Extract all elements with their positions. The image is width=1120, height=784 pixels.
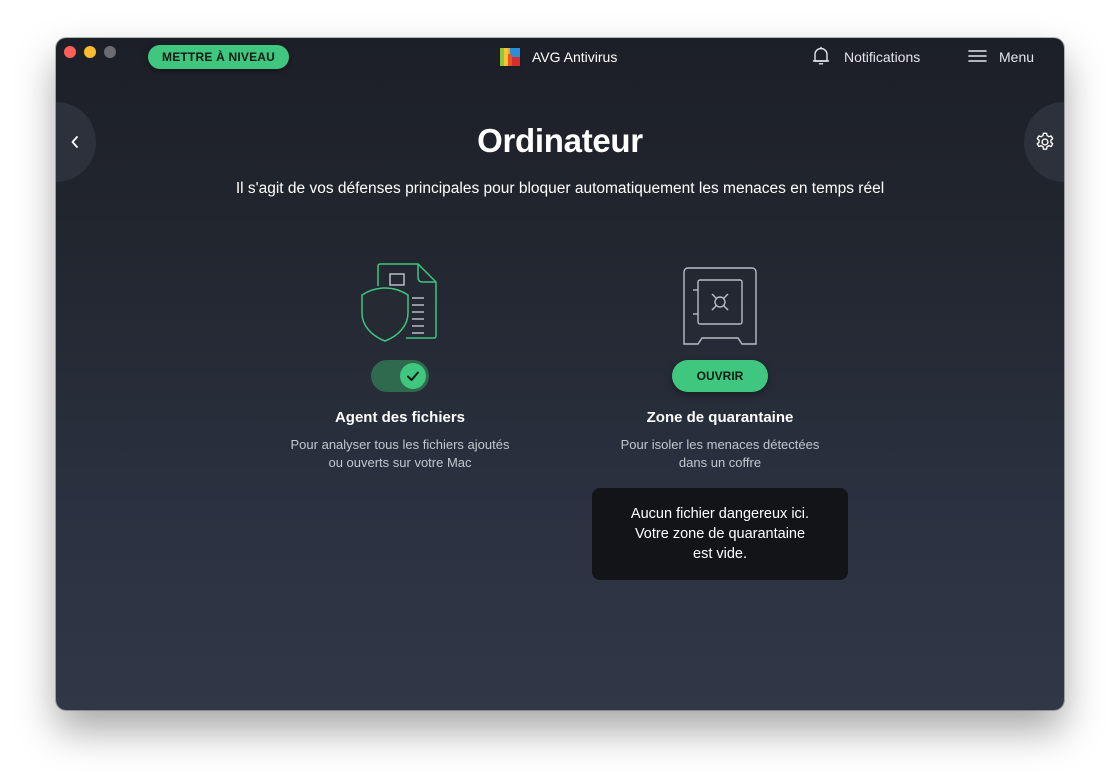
quarantine-card: OUVRIR Zone de quarantaine Pour isoler l… <box>580 248 860 472</box>
card-description-line: Pour isoler les menaces détectées <box>620 437 820 452</box>
title-bar: METTRE À NIVEAU AVG Antivirus Notificati… <box>56 38 1064 78</box>
shield-document-icon <box>260 248 540 348</box>
safe-vault-icon <box>580 248 860 348</box>
open-quarantine-button[interactable]: OUVRIR <box>672 360 768 392</box>
card-description-line: dans un coffre <box>678 455 762 470</box>
card-description: Pour isoler les menaces détectées dans u… <box>580 436 860 472</box>
file-shield-toggle[interactable] <box>371 360 429 392</box>
notifications-label: Notifications <box>844 49 921 65</box>
card-title: Zone de quarantaine <box>646 409 794 426</box>
toggle-knob <box>400 363 426 389</box>
app-name: AVG Antivirus <box>532 49 618 65</box>
tooltip-line: est vide. <box>693 546 747 562</box>
avg-logo-icon <box>498 46 522 68</box>
file-shield-card: Agent des fichiers Pour analyser tous le… <box>260 248 540 472</box>
menu-button[interactable]: Menu <box>968 46 1034 68</box>
window-close-button[interactable] <box>64 46 76 58</box>
card-description: Pour analyser tous les fichiers ajoutés … <box>260 436 540 472</box>
app-brand: AVG Antivirus <box>498 45 617 69</box>
bell-icon <box>812 46 830 69</box>
page-subtitle: Il s'agit de vos défenses principales po… <box>235 180 885 197</box>
window-minimize-button[interactable] <box>84 46 96 58</box>
tooltip-line: Aucun fichier dangereux ici. <box>630 506 810 522</box>
card-description-line: ou ouverts sur votre Mac <box>328 455 472 470</box>
notifications-button[interactable]: Notifications <box>812 46 920 68</box>
app-window: METTRE À NIVEAU AVG Antivirus Notificati… <box>56 38 1064 710</box>
hamburger-icon <box>968 49 987 66</box>
checkmark-icon <box>407 371 419 381</box>
menu-label: Menu <box>999 49 1035 65</box>
card-title: Agent des fichiers <box>334 409 466 426</box>
window-maximize-button[interactable] <box>104 46 116 58</box>
upgrade-button[interactable]: METTRE À NIVEAU <box>148 45 290 69</box>
card-description-line: Pour analyser tous les fichiers ajoutés <box>290 437 510 452</box>
tooltip-line: Votre zone de quarantaine <box>634 526 806 542</box>
page-title: Ordinateur <box>477 122 643 159</box>
quarantine-empty-tooltip: Aucun fichier dangereux ici. Votre zone … <box>592 488 848 580</box>
